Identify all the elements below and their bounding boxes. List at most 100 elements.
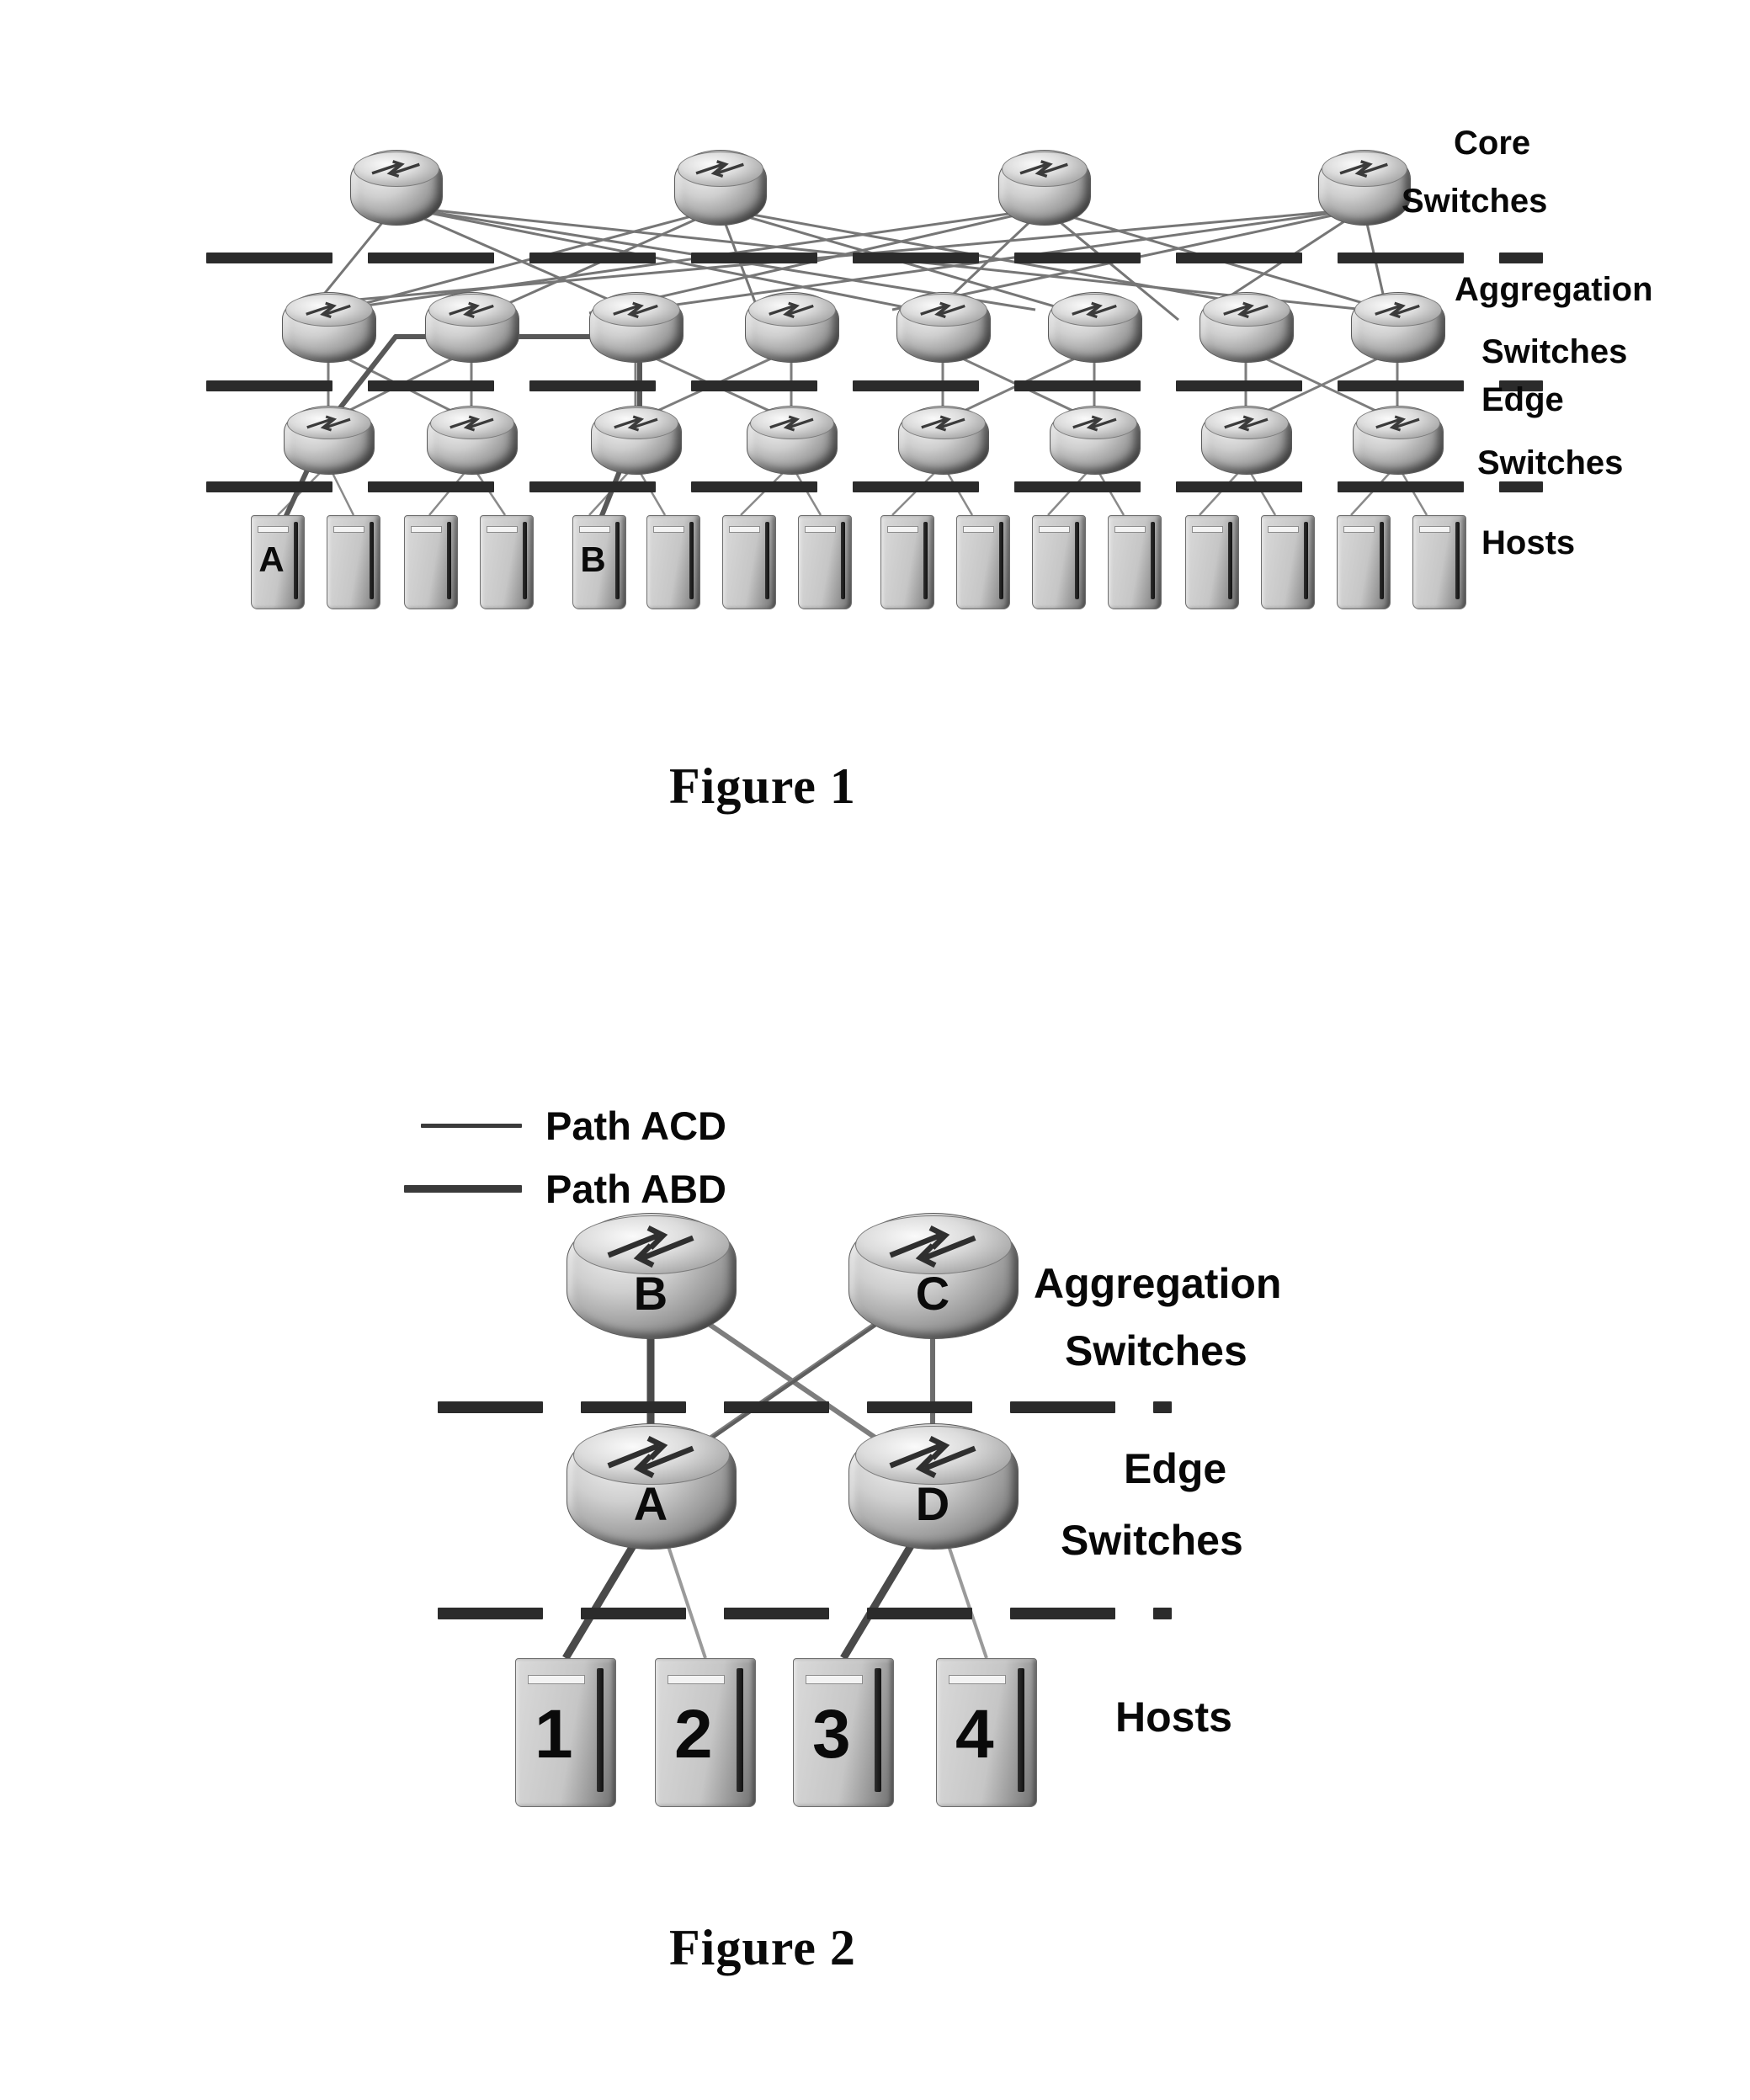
host-slot: [668, 1675, 726, 1684]
edge-switch[interactable]: [1050, 406, 1141, 475]
host-slot: [963, 526, 995, 533]
host-slot: [887, 526, 919, 533]
dash-segment: [529, 481, 656, 492]
host-4[interactable]: 4: [936, 1658, 1037, 1807]
dash-segment: [368, 253, 494, 263]
router-arrows-icon: [695, 160, 744, 178]
host-slot: [805, 526, 837, 533]
core-switch[interactable]: [674, 150, 767, 226]
dash-segment: [438, 1608, 543, 1619]
aggregation-switch-b[interactable]: B: [566, 1213, 737, 1339]
dash-segment: [724, 1608, 829, 1619]
host-bezel: [1455, 521, 1460, 599]
aggregation-switch-c[interactable]: C: [848, 1213, 1019, 1339]
host[interactable]: [1337, 515, 1391, 609]
host-slot: [1192, 526, 1224, 533]
aggregation-switch[interactable]: [282, 292, 376, 363]
host-label-1: 1: [535, 1696, 573, 1773]
label-edge-switches: Switches: [1477, 444, 1624, 481]
host[interactable]: [880, 515, 934, 609]
host-bezel: [689, 521, 694, 599]
host-bezel: [615, 521, 620, 599]
dash-segment: [1338, 481, 1464, 492]
host-label-2: 2: [674, 1696, 713, 1773]
figure-1-caption: Figure 1: [669, 758, 856, 814]
core-switch[interactable]: [350, 150, 443, 226]
host-slot: [1419, 526, 1451, 533]
host[interactable]: [1108, 515, 1162, 609]
edge-switch[interactable]: [898, 406, 989, 475]
edge-switch-a[interactable]: A: [566, 1423, 737, 1550]
host-label: A: [258, 539, 285, 579]
dash-segment: [853, 253, 979, 263]
host-2[interactable]: 2: [655, 1658, 756, 1807]
router-arrows-icon: [607, 1225, 694, 1268]
host-bezel: [999, 521, 1003, 599]
aggregation-switch[interactable]: [896, 292, 991, 363]
edge-switch-d[interactable]: D: [848, 1423, 1019, 1550]
label-edge-f2: Edge: [1124, 1445, 1227, 1492]
dash-segment: [206, 481, 332, 492]
edge-switch[interactable]: [427, 406, 518, 475]
host[interactable]: [1412, 515, 1466, 609]
edge-switch[interactable]: [747, 406, 838, 475]
aggregation-switch[interactable]: [745, 292, 839, 363]
aggregation-switch[interactable]: [589, 292, 684, 363]
host[interactable]: [722, 515, 776, 609]
dash-segment: [1153, 1608, 1172, 1619]
host-slot: [1039, 526, 1071, 533]
router-arrows-icon: [1072, 301, 1117, 319]
router-arrows-icon: [769, 301, 814, 319]
host[interactable]: [480, 515, 534, 609]
host-slot: [653, 526, 685, 533]
edge-switch[interactable]: [284, 406, 375, 475]
aggregation-switch[interactable]: [425, 292, 519, 363]
dash-segment: [724, 1401, 829, 1413]
host-bezel: [765, 521, 769, 599]
host-slot: [949, 1675, 1007, 1684]
host[interactable]: [646, 515, 700, 609]
label-core: Core: [1454, 125, 1531, 162]
router-arrows-icon: [920, 301, 965, 319]
host[interactable]: [1185, 515, 1239, 609]
switch-label-d: D: [915, 1477, 950, 1531]
dash-segment: [368, 380, 494, 391]
router-arrows-icon: [1223, 415, 1269, 432]
host-3[interactable]: 3: [793, 1658, 894, 1807]
dash-segment: [691, 380, 817, 391]
aggregation-switch[interactable]: [1048, 292, 1142, 363]
aggregation-switch[interactable]: [1351, 292, 1445, 363]
host-bezel: [1017, 1667, 1024, 1792]
host[interactable]: [1032, 515, 1086, 609]
host-bezel: [294, 521, 298, 599]
dash-segment: [206, 380, 332, 391]
dash-segment: [853, 481, 979, 492]
edge-switch[interactable]: [1201, 406, 1292, 475]
host[interactable]: [1261, 515, 1315, 609]
host[interactable]: A: [251, 515, 305, 609]
host-slot: [411, 526, 443, 533]
figure-2-container: Path ACD Path ABD B C A D 1 2 3 4 Aggreg…: [0, 1069, 1750, 2100]
edge-switch[interactable]: [1353, 406, 1444, 475]
host[interactable]: [404, 515, 458, 609]
label-edge: Edge: [1481, 381, 1564, 418]
edge-switch[interactable]: [591, 406, 682, 475]
host[interactable]: [327, 515, 380, 609]
dash-segment: [1338, 253, 1464, 263]
host-1[interactable]: 1: [515, 1658, 616, 1807]
host[interactable]: [956, 515, 1010, 609]
core-switch[interactable]: [1318, 150, 1411, 226]
core-switch[interactable]: [998, 150, 1091, 226]
dash-segment: [1176, 253, 1302, 263]
dash-segment: [206, 253, 332, 263]
dash-segment: [1010, 1608, 1115, 1619]
host[interactable]: B: [572, 515, 626, 609]
aggregation-switch[interactable]: [1199, 292, 1294, 363]
host-bezel: [736, 1667, 743, 1792]
host-slot: [333, 526, 365, 533]
dash-segment: [1338, 380, 1464, 391]
host-bezel: [1304, 521, 1308, 599]
host-bezel: [1380, 521, 1384, 599]
router-arrows-icon: [889, 1435, 976, 1479]
host[interactable]: [798, 515, 852, 609]
